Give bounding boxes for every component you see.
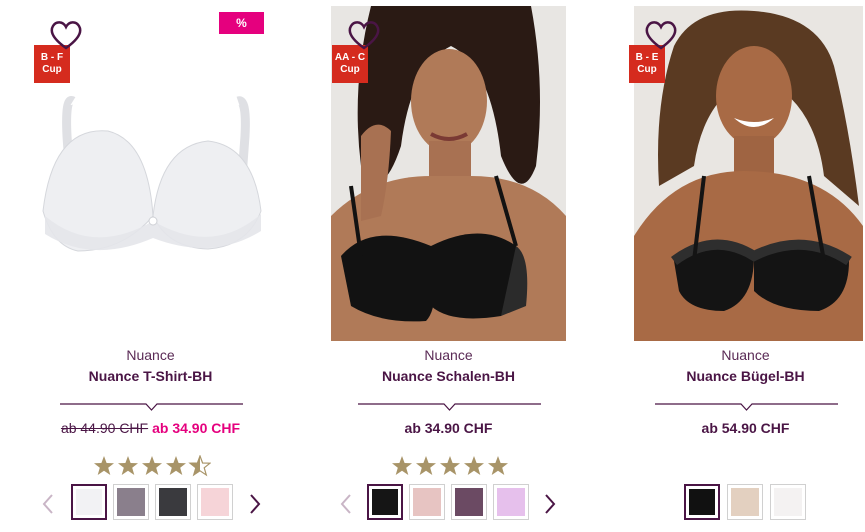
product-brand: Nuance	[126, 347, 175, 363]
color-swatches	[18, 484, 283, 524]
price-divider	[60, 403, 243, 411]
color-swatch[interactable]	[113, 484, 149, 520]
cup-badge-range: B - F	[40, 52, 64, 63]
price-divider	[655, 403, 838, 411]
sale-price: ab 34.90 CHF	[152, 420, 241, 436]
color-swatch[interactable]	[770, 484, 806, 520]
cup-badge-label: Cup	[637, 64, 657, 75]
product-image[interactable]	[634, 6, 863, 341]
star-icon	[118, 456, 138, 475]
product-name[interactable]: Nuance Schalen-BH	[316, 368, 581, 384]
star-icon	[464, 456, 484, 475]
color-swatch[interactable]	[155, 484, 191, 520]
color-swatches	[613, 484, 865, 524]
star-icon	[440, 456, 460, 475]
chevron-left-icon[interactable]	[40, 492, 56, 516]
heart-outline-icon[interactable]	[48, 19, 84, 51]
heart-outline-icon[interactable]	[643, 19, 679, 51]
chevron-left-icon[interactable]	[338, 492, 354, 516]
cup-badge-range: AA - C	[334, 52, 366, 63]
color-swatches	[316, 484, 581, 524]
product-price: ab 54.90 CHF	[701, 420, 790, 436]
color-swatch[interactable]	[493, 484, 529, 520]
color-swatch[interactable]	[409, 484, 445, 520]
star-icon	[488, 456, 508, 475]
cup-badge-label: Cup	[42, 64, 62, 75]
product-brand: Nuance	[721, 347, 770, 363]
product-name[interactable]: Nuance T-Shirt-BH	[18, 368, 283, 384]
cup-badge-range: B - E	[635, 52, 659, 63]
cup-badge-label: Cup	[340, 64, 360, 75]
product-card[interactable]: AA - C Cup Nuance Nuance Schalen-BH ab 3…	[316, 0, 581, 532]
product-name[interactable]: Nuance Bügel-BH	[613, 368, 865, 384]
color-swatch[interactable]	[451, 484, 487, 520]
chevron-right-icon[interactable]	[247, 492, 263, 516]
rating-stars	[93, 455, 211, 477]
star-icon	[392, 456, 412, 475]
star-icon	[94, 456, 114, 475]
product-card[interactable]: B - E Cup Nuance Nuance Bügel-BH ab 54.9…	[613, 0, 865, 532]
price-divider	[358, 403, 541, 411]
star-icon	[416, 456, 436, 475]
star-icon	[166, 456, 186, 475]
color-swatch[interactable]	[684, 484, 720, 520]
product-price: ab 34.90 CHF	[404, 420, 493, 436]
old-price: ab 44.90 CHF	[60, 420, 149, 436]
product-price: ab 44.90 CHF ab 34.90 CHF	[18, 420, 283, 436]
chevron-right-icon[interactable]	[542, 492, 558, 516]
rating-stars	[391, 455, 509, 477]
product-card[interactable]: B - F Cup % Nuance Nuance T-Shirt-BH ab …	[18, 0, 283, 532]
color-swatch[interactable]	[197, 484, 233, 520]
color-swatch[interactable]	[71, 484, 107, 520]
sale-badge: %	[219, 12, 264, 34]
heart-outline-icon[interactable]	[346, 19, 382, 51]
product-brand: Nuance	[424, 347, 473, 363]
color-swatch[interactable]	[367, 484, 403, 520]
color-swatch[interactable]	[727, 484, 763, 520]
star-icon	[142, 456, 162, 475]
